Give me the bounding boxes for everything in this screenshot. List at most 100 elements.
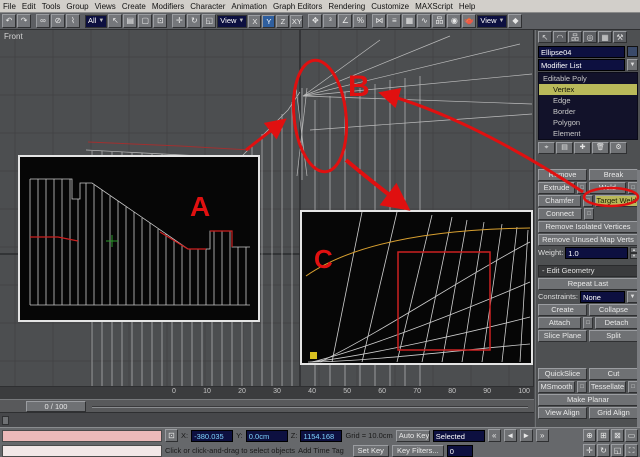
chamfer-button[interactable]: Chamfer <box>538 195 581 207</box>
select-and-rotate-icon[interactable]: ↻ <box>187 14 202 28</box>
modifier-list-dropdown[interactable]: Modifier List <box>538 59 625 71</box>
snap-toggle-icon[interactable]: ³ <box>323 14 338 28</box>
tessellate-button[interactable]: Tessellate <box>589 381 626 393</box>
menu-modifiers[interactable]: Modifiers <box>149 2 187 11</box>
restrict-y-button[interactable]: Y <box>262 14 276 28</box>
object-name-field[interactable]: Ellipse04 <box>538 46 625 58</box>
selection-region-icon[interactable]: ▢ <box>138 14 153 28</box>
arc-rotate-icon[interactable]: ↻ <box>597 444 610 457</box>
show-end-result-icon[interactable]: ▤ <box>556 142 573 154</box>
menu-edit[interactable]: Edit <box>19 2 39 11</box>
zoom-region-icon[interactable]: ▭ <box>625 429 638 442</box>
x-coord-field[interactable]: -380.035 <box>191 429 234 442</box>
object-color-swatch[interactable] <box>627 46 638 57</box>
remove-isolated-vertices-button[interactable]: Remove Isolated Vertices <box>538 221 638 233</box>
attach-button[interactable]: Attach <box>538 317 581 329</box>
field-of-view-icon[interactable]: ◱ <box>611 444 624 457</box>
percent-snap-icon[interactable]: % <box>353 14 368 28</box>
make-planar-button[interactable]: Make Planar <box>538 394 638 406</box>
time-slider-button[interactable]: 0 / 100 <box>26 401 86 412</box>
menu-help[interactable]: Help <box>456 2 478 11</box>
connect-button[interactable]: Connect <box>538 208 582 220</box>
viewport-label[interactable]: Front <box>4 32 23 41</box>
configure-modifier-sets-icon[interactable]: ⚙ <box>610 142 627 154</box>
grid-align-button[interactable]: Grid Align <box>589 407 638 419</box>
key-filters-button[interactable]: Key Filters... <box>391 444 444 457</box>
menu-group[interactable]: Group <box>63 2 91 11</box>
track-bar[interactable]: 0 10 20 30 40 50 60 70 80 90 100 <box>0 386 534 399</box>
slice-plane-button[interactable]: Slice Plane <box>538 330 587 342</box>
tab-create-icon[interactable]: ↖ <box>538 31 552 43</box>
material-editor-icon[interactable]: ◉ <box>447 14 462 28</box>
go-to-start-icon[interactable]: « <box>487 429 501 442</box>
select-by-name-icon[interactable]: ▤ <box>123 14 138 28</box>
angle-snap-icon[interactable]: ∠ <box>338 14 353 28</box>
undo-icon[interactable]: ↶ <box>2 14 16 28</box>
split-button[interactable]: Split <box>589 330 638 342</box>
restrict-z-button[interactable]: Z <box>276 14 290 28</box>
select-and-scale-icon[interactable]: ◱ <box>202 14 217 28</box>
remove-modifier-icon[interactable]: 🗑 <box>592 142 609 154</box>
selection-filter-dropdown[interactable]: All ▼ <box>85 14 108 28</box>
weld-button[interactable]: Weld <box>589 182 626 194</box>
menu-customize[interactable]: Customize <box>368 2 412 11</box>
msmooth-settings-icon[interactable]: □ <box>577 381 587 393</box>
repeat-last-button[interactable]: Repeat Last <box>538 278 638 290</box>
window-crossing-icon[interactable]: ⊡ <box>153 14 168 28</box>
chevron-down-icon[interactable]: ▼ <box>627 59 638 71</box>
menu-create[interactable]: Create <box>119 2 149 11</box>
extrude-button[interactable]: Extrude <box>538 182 575 194</box>
reference-coordinate-system-dropdown[interactable]: View ▼ <box>217 14 248 28</box>
chamfer-settings-icon[interactable]: □ <box>583 195 593 207</box>
time-slider[interactable]: 0 / 100 <box>0 399 534 412</box>
tab-hierarchy-icon[interactable]: 品 <box>568 31 582 43</box>
menu-rendering[interactable]: Rendering <box>325 2 368 11</box>
zoom-icon[interactable]: ⊕ <box>583 429 596 442</box>
stack-item-border[interactable]: Border <box>539 106 637 117</box>
zoom-extents-icon[interactable]: ⊠ <box>611 429 624 442</box>
select-and-move-icon[interactable]: ✛ <box>172 14 187 28</box>
maxscript-listener-input[interactable] <box>2 444 162 457</box>
view-align-button[interactable]: View Align <box>538 407 587 419</box>
menu-animation[interactable]: Animation <box>228 2 270 11</box>
select-and-manipulate-icon[interactable]: ✥ <box>308 14 323 28</box>
curve-editor-icon[interactable]: ∿ <box>417 14 432 28</box>
break-button[interactable]: Break <box>589 169 638 181</box>
detach-button[interactable]: Detach <box>595 317 638 329</box>
add-time-tag[interactable]: Add Time Tag <box>298 446 344 455</box>
menu-file[interactable]: File <box>0 2 19 11</box>
collapse-button[interactable]: Collapse <box>589 304 638 316</box>
msmooth-button[interactable]: MSmooth <box>538 381 575 393</box>
stack-item-polygon[interactable]: Polygon <box>539 117 637 128</box>
edit-geometry-rollout-header[interactable]: - Edit Geometry <box>538 265 638 277</box>
cut-button[interactable]: Cut <box>589 368 638 380</box>
pin-stack-icon[interactable]: ⌖ <box>538 142 555 154</box>
track-bar-lower[interactable] <box>0 412 534 427</box>
select-and-link-icon[interactable]: ∞ <box>36 14 50 28</box>
menu-tools[interactable]: Tools <box>39 2 64 11</box>
restrict-x-button[interactable]: X <box>248 14 262 28</box>
lock-selection-icon[interactable]: ⊡ <box>165 429 178 442</box>
menu-character[interactable]: Character <box>187 2 228 11</box>
render-type-dropdown[interactable]: View ▼ <box>477 14 508 28</box>
mirror-icon[interactable]: ⋈ <box>372 14 387 28</box>
constraints-dropdown[interactable]: None <box>580 291 625 303</box>
unlink-selection-icon[interactable]: ⊘ <box>51 14 65 28</box>
y-coord-field[interactable]: 0.0cm <box>245 429 288 442</box>
render-scene-icon[interactable]: 🫖 <box>462 14 477 28</box>
menu-graph-editors[interactable]: Graph Editors <box>270 2 325 11</box>
tab-utilities-icon[interactable]: ⚒ <box>613 31 627 43</box>
previous-frame-icon[interactable]: ◄ <box>503 429 517 442</box>
attach-settings-icon[interactable]: □ <box>583 317 593 329</box>
connect-settings-icon[interactable]: □ <box>584 208 594 220</box>
auto-key-button[interactable]: Auto Key <box>395 429 430 442</box>
set-key-button[interactable]: Set Key <box>352 444 389 457</box>
stack-item-edge[interactable]: Edge <box>539 95 637 106</box>
maxscript-mini-listener[interactable] <box>2 429 162 442</box>
pan-icon[interactable]: ✛ <box>583 444 596 457</box>
redo-icon[interactable]: ↷ <box>17 14 31 28</box>
tab-modify-icon[interactable]: ◠ <box>553 31 567 43</box>
min-max-toggle-icon[interactable]: ⛶ <box>625 444 638 457</box>
select-object-icon[interactable]: ↖ <box>108 14 123 28</box>
selection-set-dropdown[interactable]: Selected <box>432 429 485 442</box>
